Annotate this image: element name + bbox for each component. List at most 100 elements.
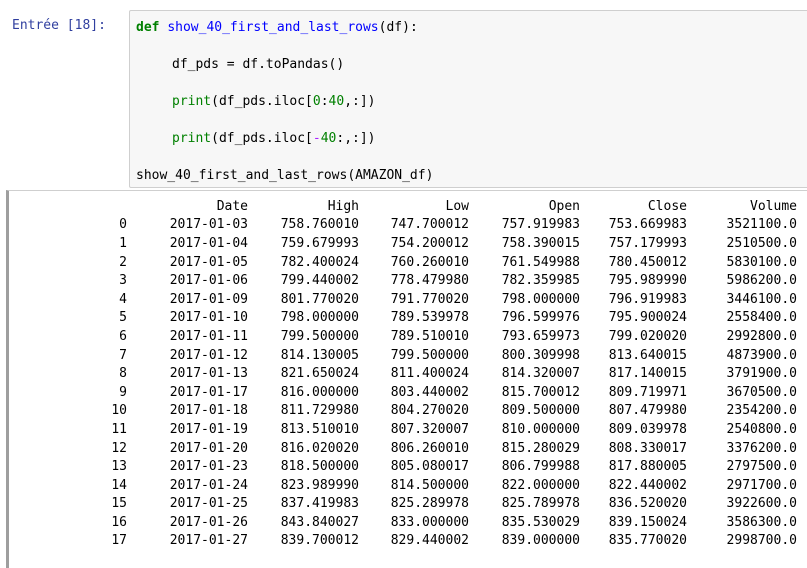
- table-row: 8 2017-01-13 821.650024 811.400024 814.32000…: [9, 364, 797, 383]
- row-index: 14: [111, 477, 127, 493]
- table-cell: 822.440002: [608, 477, 687, 493]
- code-input-area[interactable]: def show_40_first_and_last_rows(df): df_…: [129, 10, 807, 188]
- table-cell: 3376200.0: [726, 440, 797, 456]
- table-cell: 810.000000: [501, 421, 580, 437]
- table-cell: 809.719971: [608, 384, 687, 400]
- table-row: 13 2017-01-23 818.500000 805.080017 806.7999…: [9, 457, 797, 476]
- code-line-1: def show_40_first_and_last_rows(df):: [136, 20, 418, 35]
- table-cell: 753.669983: [608, 217, 687, 233]
- table-cell: 2998700.0: [726, 533, 797, 549]
- table-row: 17 2017-01-27 839.700012 829.440002 839.0000…: [9, 532, 797, 551]
- table-cell: 814.500000: [390, 477, 469, 493]
- table-cell: 2017-01-17: [169, 384, 248, 400]
- table-cell: 2540800.0: [726, 421, 797, 437]
- table-cell: 761.549988: [501, 254, 580, 270]
- table-cell: 800.309998: [501, 347, 580, 363]
- table-cell: 815.700012: [501, 384, 580, 400]
- table-cell: 3922600.0: [726, 496, 797, 512]
- table-cell: 757.919983: [501, 217, 580, 233]
- code-line-2: df_pds = df.toPandas(): [172, 57, 345, 72]
- table-cell: 809.500000: [501, 403, 580, 419]
- table-cell: 2017-01-11: [169, 328, 248, 344]
- table-row: 7 2017-01-12 814.130005 799.500000 800.30999…: [9, 346, 797, 365]
- column-header: Low: [445, 198, 469, 214]
- column-header: Date: [216, 198, 248, 214]
- table-row: 9 2017-01-17 816.000000 803.440002 815.70001…: [9, 383, 797, 402]
- table-cell: 816.000000: [280, 384, 359, 400]
- table-cell: 2510500.0: [726, 235, 797, 251]
- table-cell: 4873900.0: [726, 347, 797, 363]
- table-cell: 835.530029: [501, 514, 580, 530]
- table-cell: 754.200012: [390, 235, 469, 251]
- table-cell: 821.650024: [280, 366, 359, 382]
- table-cell: 3521100.0: [726, 217, 797, 233]
- table-cell: 807.320007: [390, 421, 469, 437]
- table-cell: 816.020020: [280, 440, 359, 456]
- table-row: 2 2017-01-05 782.400024 760.260010 761.54998…: [9, 253, 797, 272]
- table-cell: 2017-01-25: [169, 496, 248, 512]
- table-cell: 796.919983: [608, 291, 687, 307]
- table-cell: 839.700012: [280, 533, 359, 549]
- column-header: Volume: [750, 198, 797, 214]
- table-row: 0 2017-01-03 758.760010 747.700012 757.91998…: [9, 216, 797, 235]
- table-cell: 825.289978: [390, 496, 469, 512]
- table-cell: 760.260010: [390, 254, 469, 270]
- table-cell: 809.039978: [608, 421, 687, 437]
- row-index: 12: [111, 440, 127, 456]
- table-cell: 3670500.0: [726, 384, 797, 400]
- table-cell: 836.520020: [608, 496, 687, 512]
- table-cell: 795.900024: [608, 310, 687, 326]
- table-cell: 2017-01-10: [169, 310, 248, 326]
- row-index: 0: [119, 217, 127, 233]
- table-cell: 804.270020: [390, 403, 469, 419]
- table-row: 10 2017-01-18 811.729980 804.270020 809.5000…: [9, 402, 797, 421]
- row-index: 17: [111, 533, 127, 549]
- table-cell: 798.000000: [280, 310, 359, 326]
- table-cell: 2017-01-20: [169, 440, 248, 456]
- cell-output: Date High Low Open Close Volume 0 2017-01-03 75…: [6, 190, 807, 568]
- table-cell: 789.539978: [390, 310, 469, 326]
- table-cell: 2017-01-04: [169, 235, 248, 251]
- table-cell: 2017-01-05: [169, 254, 248, 270]
- dataframe-output: Date High Low Open Close Volume 0 2017-01-03 75…: [9, 197, 797, 550]
- row-index: 9: [119, 384, 127, 400]
- table-cell: 2017-01-26: [169, 514, 248, 530]
- table-row: 15 2017-01-25 837.419983 825.289978 825.7899…: [9, 495, 797, 514]
- table-cell: 801.770020: [280, 291, 359, 307]
- table-row: 12 2017-01-20 816.020020 806.260010 815.2800…: [9, 439, 797, 458]
- row-index: 1: [119, 235, 127, 251]
- table-row: 14 2017-01-24 823.989990 814.500000 822.0000…: [9, 476, 797, 495]
- table-cell: 833.000000: [390, 514, 469, 530]
- row-index: 2: [119, 254, 127, 270]
- table-cell: 5830100.0: [726, 254, 797, 270]
- table-cell: 2017-01-13: [169, 366, 248, 382]
- table-cell: 3586300.0: [726, 514, 797, 530]
- row-index: 7: [119, 347, 127, 363]
- table-row: 16 2017-01-26 843.840027 833.000000 835.5300…: [9, 513, 797, 532]
- table-cell: 758.390015: [501, 235, 580, 251]
- table-cell: 799.500000: [280, 328, 359, 344]
- table-cell: 843.840027: [280, 514, 359, 530]
- table-cell: 2017-01-12: [169, 347, 248, 363]
- table-cell: 835.770020: [608, 533, 687, 549]
- table-cell: 814.130005: [280, 347, 359, 363]
- table-cell: 2971700.0: [726, 477, 797, 493]
- table-cell: 757.179993: [608, 235, 687, 251]
- table-cell: 5986200.0: [726, 273, 797, 289]
- table-cell: 811.400024: [390, 366, 469, 382]
- table-cell: 799.020020: [608, 328, 687, 344]
- table-cell: 805.080017: [390, 459, 469, 475]
- table-row: 11 2017-01-19 813.510010 807.320007 810.0000…: [9, 420, 797, 439]
- table-cell: 780.450012: [608, 254, 687, 270]
- table-cell: 2558400.0: [726, 310, 797, 326]
- table-cell: 789.510010: [390, 328, 469, 344]
- table-cell: 2017-01-03: [169, 217, 248, 233]
- table-cell: 813.640015: [608, 347, 687, 363]
- table-cell: 818.500000: [280, 459, 359, 475]
- code-line-4: print(df_pds.iloc[-40:,:]): [172, 131, 376, 146]
- table-cell: 798.000000: [501, 291, 580, 307]
- table-row: 4 2017-01-09 801.770020 791.770020 798.00000…: [9, 290, 797, 309]
- table-cell: 2017-01-09: [169, 291, 248, 307]
- table-cell: 2354200.0: [726, 403, 797, 419]
- row-index: 15: [111, 496, 127, 512]
